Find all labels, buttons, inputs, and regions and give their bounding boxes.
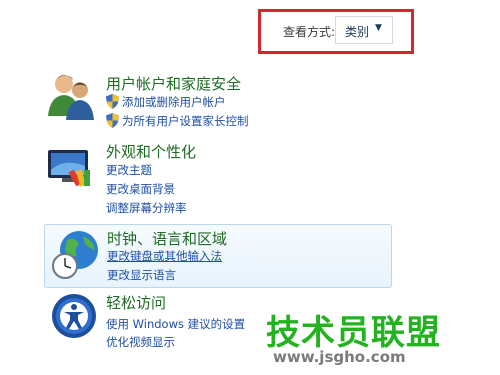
link-change-desktop-background[interactable]: 更改桌面背景 bbox=[106, 181, 175, 197]
link-change-display-language[interactable]: 更改显示语言 bbox=[107, 267, 176, 283]
users-icon bbox=[44, 70, 100, 126]
link-change-keyboard-input[interactable]: 更改键盘或其他输入法 bbox=[107, 248, 222, 264]
category-clock-language-region[interactable]: 时钟、语言和区域 更改键盘或其他输入法 更改显示语言 bbox=[44, 224, 392, 288]
category-title-appearance[interactable]: 外观和个性化 bbox=[106, 141, 196, 162]
category-user-accounts: 用户帐户和家庭安全 添加或删除用户帐户 为所有用户设置家长控制 bbox=[44, 70, 392, 132]
ease-of-access-icon bbox=[50, 292, 106, 348]
watermark-url: www.jsgho.com bbox=[273, 348, 406, 366]
category-title-user-accounts[interactable]: 用户帐户和家庭安全 bbox=[106, 73, 241, 94]
category-title-ease-of-access[interactable]: 轻松访问 bbox=[106, 292, 166, 313]
view-by-highlight: 查看方式: 类别 ▼ bbox=[258, 9, 414, 54]
clock-globe-icon bbox=[49, 228, 105, 284]
link-change-theme[interactable]: 更改主题 bbox=[106, 162, 152, 178]
link-use-recommended-settings[interactable]: 使用 Windows 建议的设置 bbox=[106, 316, 245, 332]
link-add-remove-accounts[interactable]: 添加或删除用户帐户 bbox=[106, 94, 306, 109]
view-by-value: 类别 bbox=[345, 25, 370, 39]
view-by-dropdown[interactable]: 类别 ▼ bbox=[335, 16, 393, 44]
uac-shield-icon bbox=[106, 94, 119, 109]
appearance-icon bbox=[44, 140, 100, 196]
view-by-label: 查看方式: bbox=[283, 25, 336, 39]
dropdown-arrow-icon: ▼ bbox=[375, 23, 382, 33]
uac-shield-icon bbox=[106, 113, 119, 128]
link-parental-controls[interactable]: 为所有用户设置家长控制 bbox=[106, 113, 306, 128]
category-appearance: 外观和个性化 更改主题 更改桌面背景 调整屏幕分辨率 bbox=[44, 140, 392, 218]
link-adjust-resolution[interactable]: 调整屏幕分辨率 bbox=[106, 200, 187, 216]
watermark-text: 技术员联盟 bbox=[266, 313, 441, 353]
link-optimize-video-display[interactable]: 优化视频显示 bbox=[106, 334, 175, 350]
category-title-clock-language-region[interactable]: 时钟、语言和区域 bbox=[107, 228, 227, 249]
